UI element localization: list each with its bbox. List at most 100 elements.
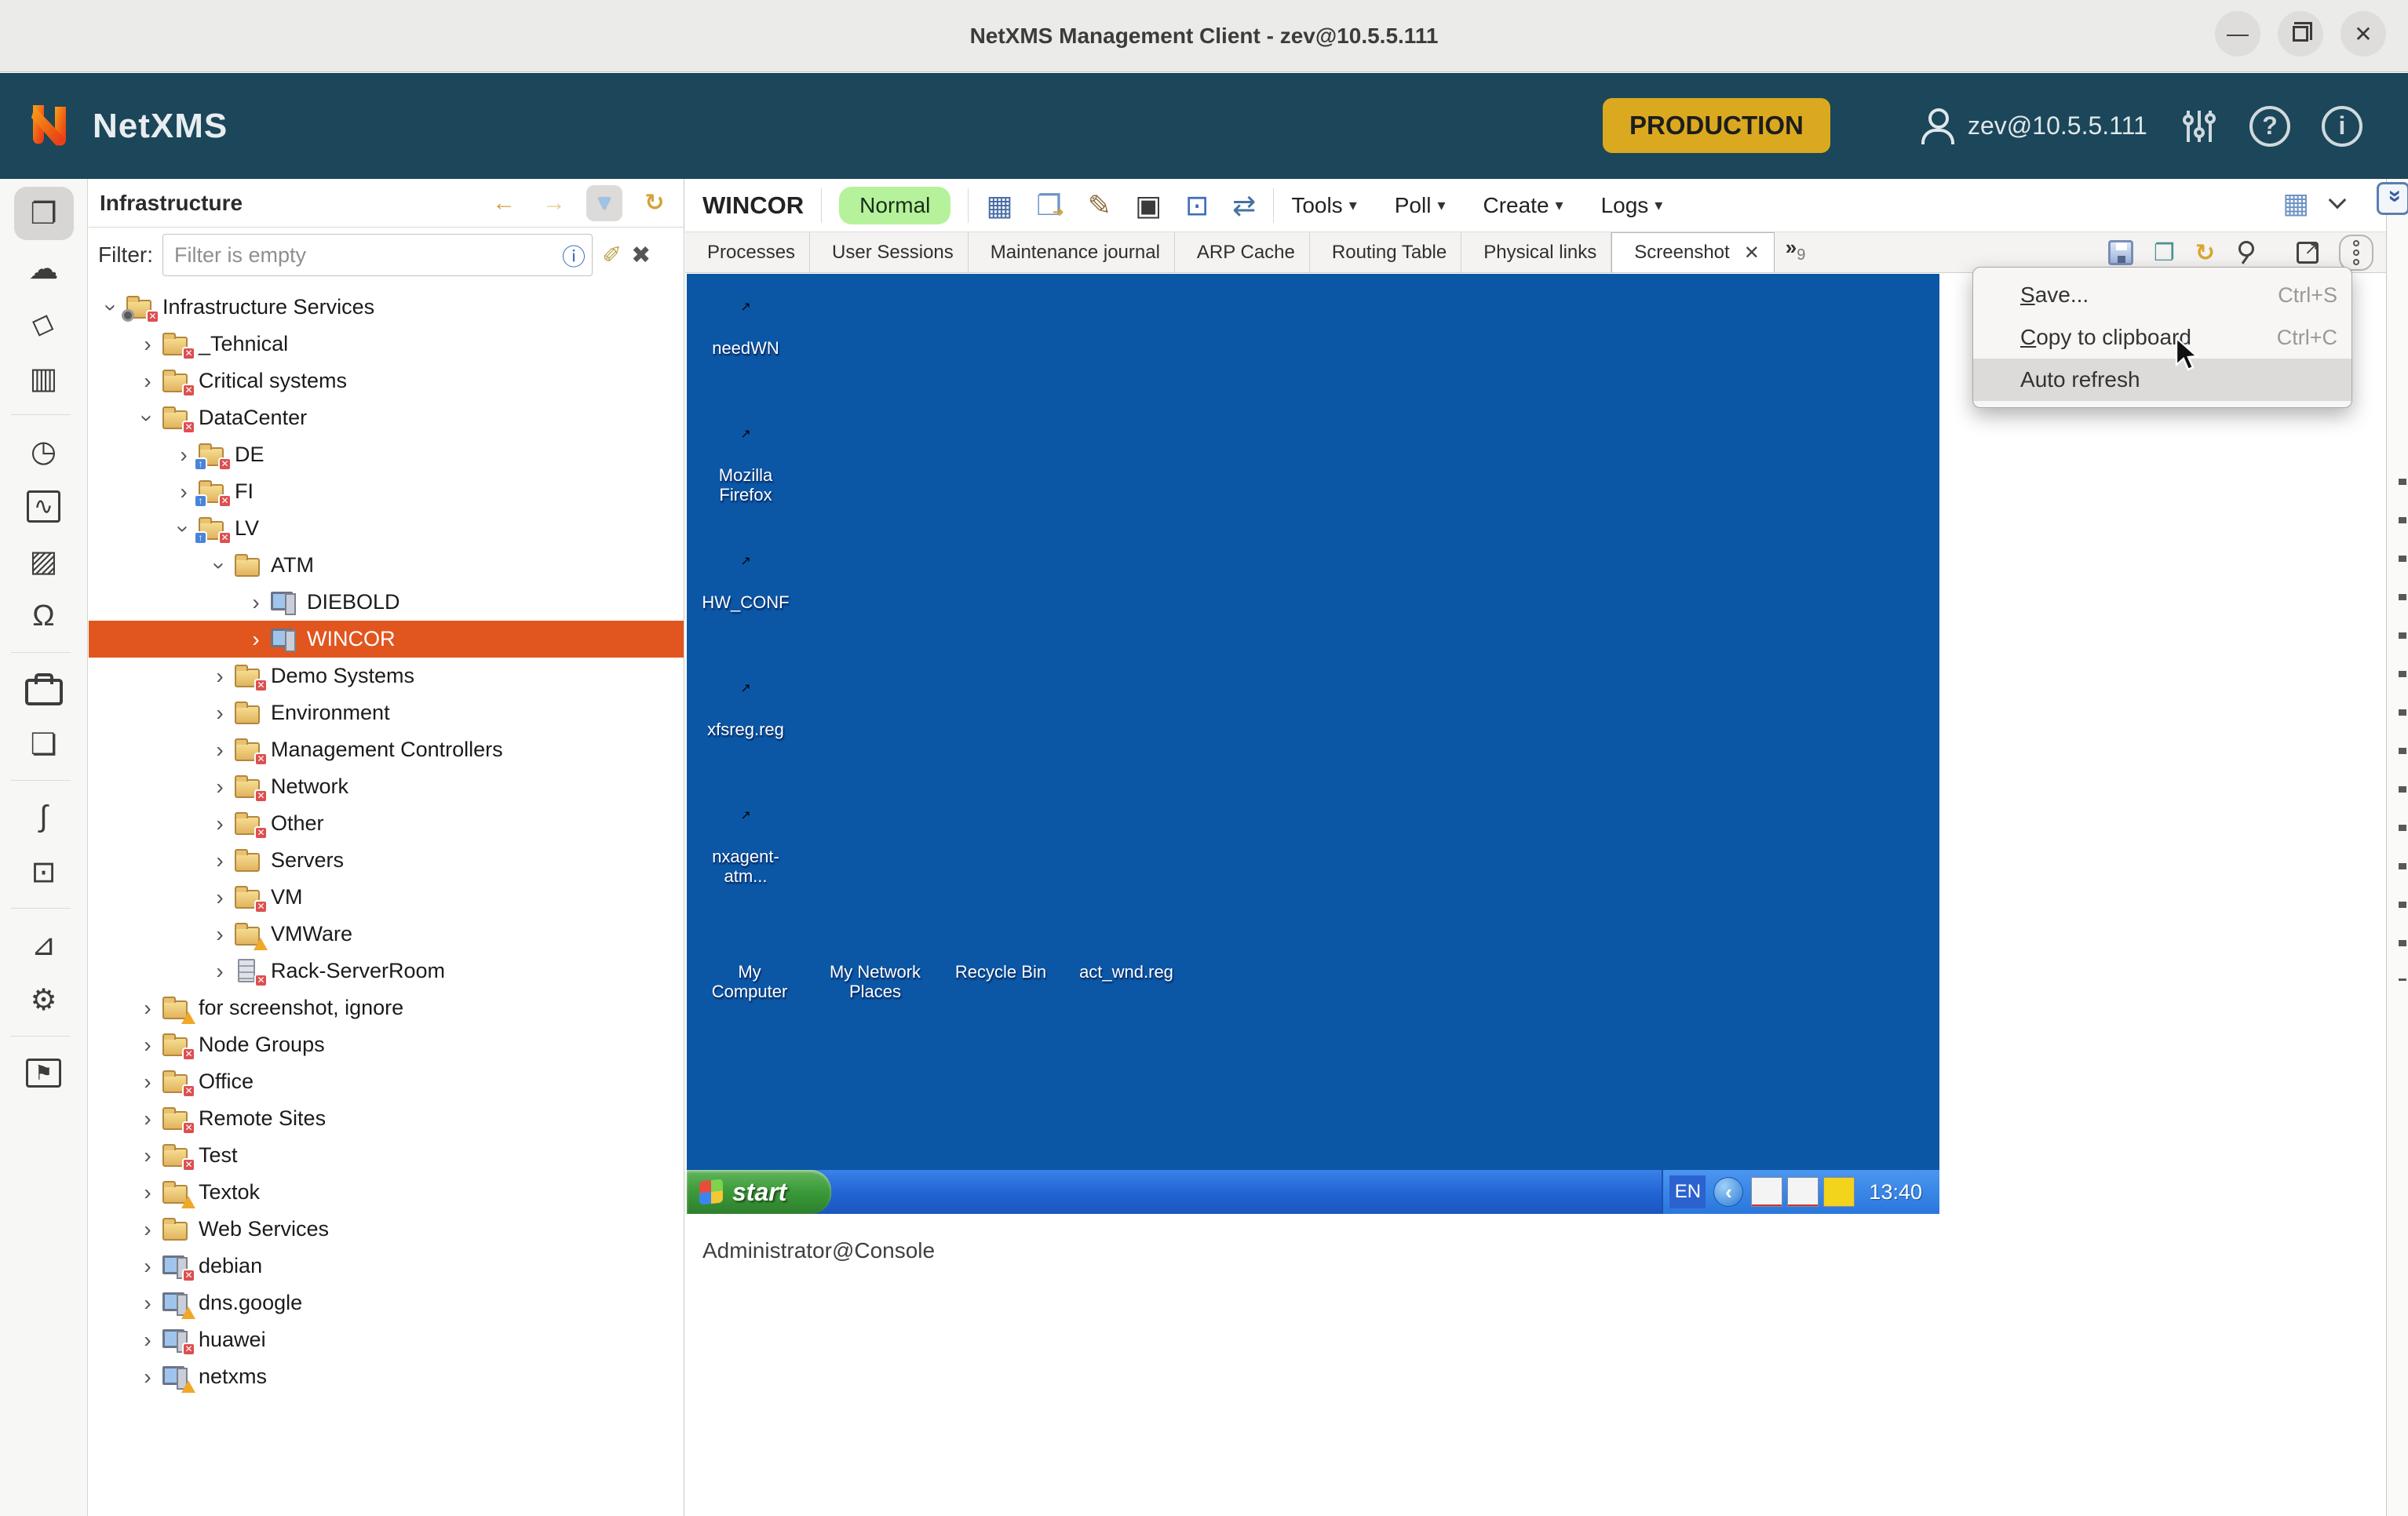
menu-button[interactable]: Tools: [1291, 193, 1356, 218]
tab[interactable]: Routing Table ✕: [1310, 232, 1461, 272]
tree-item[interactable]: ↑ ✕ Textok: [89, 1174, 684, 1211]
desktop-icon[interactable]: ↗ xfsreg.reg: [687, 663, 804, 790]
context-menu-item[interactable]: Save... Ctrl+S: [1973, 274, 2351, 316]
menu-button[interactable]: Create: [1483, 193, 1563, 218]
desktop-icon[interactable]: ↗ My Computer: [687, 906, 812, 1002]
tree-item[interactable]: ↑ ✕ Web Services: [89, 1211, 684, 1248]
desktop-icon[interactable]: ↗ needWN: [687, 282, 804, 409]
desktop-icon[interactable]: ↗ act_wnd.reg: [1064, 906, 1189, 1002]
forward-button[interactable]: [536, 185, 572, 221]
copy-screenshot-button[interactable]: [2154, 239, 2175, 267]
tree-item[interactable]: ↑ ✕ Rack-ServerRoom: [89, 953, 684, 989]
context-menu-item[interactable]: Copy to clipboard Ctrl+C: [1973, 316, 2351, 359]
expander-icon[interactable]: [208, 554, 232, 578]
expander-icon[interactable]: [136, 1181, 159, 1204]
desktop-icon[interactable]: ↗ Recycle Bin: [938, 906, 1064, 1002]
restore-button[interactable]: [2278, 11, 2323, 56]
tree-item[interactable]: ↑ ✕ DIEBOLD: [89, 584, 684, 621]
tree-item[interactable]: ↑ ✕ Demo Systems: [89, 658, 684, 694]
expander-icon[interactable]: [136, 406, 159, 430]
expander-icon[interactable]: [208, 702, 232, 725]
refresh-button[interactable]: [637, 185, 673, 221]
rail-dashboards[interactable]: [14, 425, 74, 478]
filter-info-icon[interactable]: ⓘ: [562, 238, 586, 272]
desktop-icon[interactable]: ↗ nxagent-atm...: [687, 790, 804, 917]
close-button[interactable]: ✕: [2341, 11, 2386, 56]
rail-scripts[interactable]: [14, 790, 74, 844]
rail-design[interactable]: [14, 918, 74, 971]
tray-icon[interactable]: [1823, 1177, 1855, 1207]
tree-item[interactable]: ↑ ✕ huawei: [89, 1321, 684, 1358]
filter-button[interactable]: [586, 185, 622, 221]
expander-icon[interactable]: [136, 1365, 159, 1389]
tray-icon[interactable]: [1751, 1177, 1782, 1207]
tree-item[interactable]: ↑ ✕ LV: [89, 510, 684, 547]
tab[interactable]: Maintenance journal ✕: [969, 232, 1175, 272]
tree-item[interactable]: ↑ ✕ ATM: [89, 547, 684, 584]
language-indicator[interactable]: EN: [1669, 1175, 1706, 1208]
rail-maps[interactable]: [14, 534, 74, 588]
expander-icon[interactable]: [136, 333, 159, 356]
tree-item[interactable]: ↑ ✕ DE: [89, 436, 684, 473]
tree-item[interactable]: ↑ ✕ VM: [89, 879, 684, 916]
expander-icon[interactable]: [136, 370, 159, 393]
help-icon[interactable]: ?: [2249, 106, 2290, 147]
tree-item[interactable]: ↑ ✕ Node Groups: [89, 1026, 684, 1063]
rail-pinboard[interactable]: [14, 1046, 74, 1099]
layout-grid-icon[interactable]: [2282, 187, 2309, 220]
tree-item[interactable]: ↑ ✕ Test: [89, 1137, 684, 1174]
rail-library[interactable]: [14, 352, 74, 405]
filter-input[interactable]: [163, 243, 540, 268]
minimize-button[interactable]: —: [2215, 11, 2260, 56]
menu-button[interactable]: Logs: [1601, 193, 1663, 218]
save-screenshot-button[interactable]: [2108, 240, 2133, 265]
tree-item[interactable]: ↑ ✕ Servers: [89, 842, 684, 879]
expander-icon[interactable]: [136, 1328, 159, 1352]
tree-item[interactable]: ↑ ✕ for screenshot, ignore: [89, 989, 684, 1026]
tree-item[interactable]: ↑ ✕ Infrastructure Services: [89, 289, 684, 326]
tree-item[interactable]: ↑ ✕ Remote Sites: [89, 1100, 684, 1137]
tree-item[interactable]: ↑ ✕ FI: [89, 473, 684, 510]
tree-item[interactable]: ↑ ✕ Other: [89, 805, 684, 842]
filter-eraser-icon[interactable]: [602, 242, 622, 269]
tab[interactable]: ARP Cache ✕: [1175, 232, 1310, 272]
menu-button[interactable]: Poll: [1395, 193, 1446, 218]
tray-collapse-icon[interactable]: ‹: [1713, 1177, 1743, 1207]
rail-infrastructure[interactable]: [14, 187, 74, 240]
rail-tags[interactable]: [14, 297, 74, 350]
expander-icon[interactable]: [100, 296, 123, 319]
expander-icon[interactable]: [172, 480, 195, 504]
tree-item[interactable]: ↑ ✕ Critical systems: [89, 363, 684, 399]
expander-icon[interactable]: [172, 443, 195, 467]
remote-control-icon[interactable]: [1185, 189, 1209, 222]
expander-icon[interactable]: [136, 1070, 159, 1094]
expander-icon[interactable]: [208, 886, 232, 909]
tray-icon[interactable]: [1787, 1177, 1819, 1207]
tab[interactable]: Physical links ✕: [1461, 232, 1611, 272]
desktop-icon[interactable]: ↗ HW_CONF: [687, 536, 804, 663]
tree-item[interactable]: ↑ ✕ debian: [89, 1248, 684, 1285]
expander-icon[interactable]: [244, 628, 268, 651]
desktop-icon[interactable]: ↗ My Network Places: [812, 906, 938, 1002]
refresh-screenshot-button[interactable]: [2195, 239, 2215, 267]
minimize-views-icon[interactable]: «: [2377, 182, 2408, 215]
tree-item[interactable]: ↑ ✕ VMWare: [89, 916, 684, 953]
expander-icon[interactable]: [136, 1218, 159, 1241]
rail-business-services[interactable]: [14, 662, 74, 716]
expander-icon[interactable]: [208, 849, 232, 873]
expander-icon[interactable]: [208, 960, 232, 983]
open-in-window-button[interactable]: [2297, 242, 2319, 264]
tree-item[interactable]: ↑ ✕ DataCenter: [89, 399, 684, 436]
expander-icon[interactable]: [208, 923, 232, 946]
tree-item[interactable]: ↑ ✕ Network: [89, 768, 684, 805]
tree-item[interactable]: ↑ ✕ netxms: [89, 1358, 684, 1395]
expander-icon[interactable]: [136, 997, 159, 1020]
context-menu-item[interactable]: Auto refresh: [1973, 359, 2351, 401]
more-options-button[interactable]: [2339, 235, 2373, 271]
rail-configuration[interactable]: [14, 973, 74, 1026]
tree-item[interactable]: ↑ ✕ Environment: [89, 694, 684, 731]
expander-icon[interactable]: [136, 1292, 159, 1315]
expander-icon[interactable]: [136, 1107, 159, 1131]
rail-templates[interactable]: [14, 717, 74, 771]
pin-view-button[interactable]: [2235, 241, 2256, 264]
